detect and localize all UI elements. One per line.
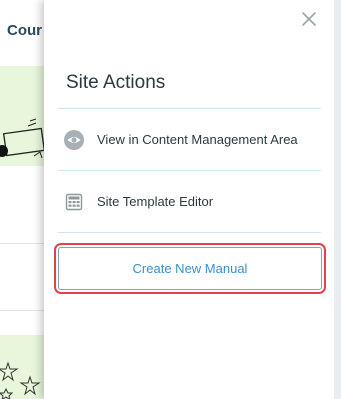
background-divider: [0, 310, 44, 311]
close-icon: [302, 12, 316, 26]
background-stars-card: [0, 335, 44, 399]
close-button[interactable]: [300, 10, 318, 28]
background-divider: [0, 243, 44, 244]
scrollbar[interactable]: [334, 0, 341, 399]
divider: [58, 232, 321, 233]
menu-item-site-template-editor[interactable]: Site Template Editor: [58, 182, 321, 222]
divider: [58, 108, 321, 109]
background-page-title: Cour: [7, 22, 42, 39]
site-actions-panel: Site Actions View in Content Management …: [44, 0, 334, 399]
template-grid-icon: [64, 192, 84, 212]
panel-title: Site Actions: [66, 72, 166, 93]
divider: [58, 170, 321, 171]
eye-icon: [64, 130, 84, 150]
menu-item-label: View in Content Management Area: [97, 132, 298, 147]
background-page: Cour: [0, 0, 44, 399]
menu-item-view-in-content-management[interactable]: View in Content Management Area: [58, 120, 321, 160]
stars-illustration: [0, 361, 41, 399]
create-new-manual-button[interactable]: Create New Manual: [58, 247, 322, 290]
menu-item-label: Site Template Editor: [97, 194, 214, 209]
sketch-illustration: [0, 118, 44, 159]
background-illustration-card: [0, 66, 44, 166]
